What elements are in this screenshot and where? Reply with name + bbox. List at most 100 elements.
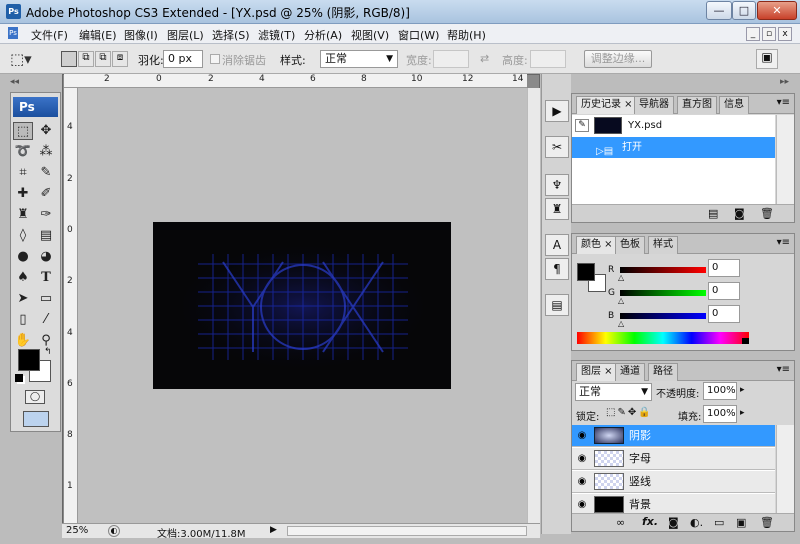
document-icon[interactable]: Ps [8, 27, 18, 39]
history-snapshot-row[interactable]: ✎ YX.psd [572, 115, 775, 136]
add-mask-icon[interactable]: ◙ [668, 516, 679, 529]
rectangular-marquee-tool-icon[interactable]: ⬚ [13, 122, 33, 140]
feather-input[interactable]: 0 px [163, 50, 203, 68]
menu-window[interactable]: 窗口(W) [398, 27, 439, 43]
tools-presets-icon[interactable]: ✂ [545, 136, 569, 158]
menu-analysis[interactable]: 分析(A) [304, 27, 342, 43]
close-button[interactable]: ✕ [757, 1, 797, 20]
document-canvas[interactable] [153, 222, 451, 389]
new-group-icon[interactable]: ▭ [714, 516, 724, 529]
layer-comps-icon[interactable]: ▤ [545, 294, 569, 316]
brushes-panel-icon[interactable]: ♆ [545, 174, 569, 196]
photoshop-app-icon[interactable]: Ps [6, 4, 21, 19]
document-minimize-button[interactable]: _ [746, 27, 760, 41]
crop-tool-icon[interactable]: ⌗ [13, 164, 33, 182]
menu-image[interactable]: 图像(I) [124, 27, 158, 43]
link-layers-icon[interactable]: ∞ [616, 516, 625, 529]
gradient-tool-icon[interactable]: ▤ [36, 227, 56, 245]
menu-file[interactable]: 文件(F) [31, 27, 68, 43]
rectangle-tool-icon[interactable]: ▭ [36, 290, 56, 308]
panel-menu-icon[interactable]: ▾≡ [777, 237, 790, 248]
brush-tool-icon[interactable]: ✐ [36, 185, 56, 203]
menu-help[interactable]: 帮助(H) [447, 27, 486, 43]
tab-paths[interactable]: 路径 [648, 363, 678, 381]
black-ramp-swatch[interactable] [742, 338, 749, 344]
menu-filter[interactable]: 滤镜(T) [258, 27, 295, 43]
tab-color[interactable]: 颜色 × [576, 236, 618, 254]
dodge-tool-icon[interactable]: ◕ [36, 248, 56, 266]
screen-mode-icon[interactable] [23, 411, 49, 427]
red-slider-handle-icon[interactable]: △ [618, 273, 624, 282]
minimize-button[interactable]: — [706, 1, 732, 20]
color-panel-foreground-swatch[interactable] [577, 263, 595, 281]
tab-history[interactable]: 历史记录 × [576, 96, 638, 114]
layer-style-icon[interactable]: fx. [642, 515, 658, 528]
healing-brush-tool-icon[interactable]: ✚ [13, 185, 33, 203]
opacity-input[interactable]: 100% [703, 382, 737, 400]
width-input[interactable] [433, 50, 469, 68]
hand-tool-icon[interactable]: ✋ [13, 332, 33, 350]
clone-stamp-tool-icon[interactable]: ♜ [13, 206, 33, 224]
tab-info[interactable]: 信息 [719, 96, 749, 114]
notes-tool-icon[interactable]: ▯ [13, 311, 33, 329]
character-panel-icon[interactable]: A [545, 234, 569, 256]
expand-panels-icon[interactable]: ▸▸ [780, 77, 789, 87]
magic-wand-tool-icon[interactable]: ⁂ [36, 143, 56, 161]
layer-row-letters[interactable]: ◉ 字母 [572, 448, 775, 470]
document-close-button[interactable]: x [778, 27, 792, 41]
path-selection-tool-icon[interactable]: ➤ [13, 290, 33, 308]
new-snapshot-icon[interactable]: ◙ [734, 207, 745, 220]
actions-panel-icon[interactable]: ▶ [545, 100, 569, 122]
color-spectrum-ramp[interactable] [577, 332, 749, 344]
swap-dimensions-icon[interactable]: ⇄ [480, 52, 489, 65]
menu-layer[interactable]: 图层(L) [167, 27, 204, 43]
blue-slider[interactable] [620, 313, 706, 319]
type-tool-icon[interactable]: T [36, 269, 56, 287]
new-layer-icon[interactable]: ▣ [736, 516, 746, 529]
eyedropper-tool-icon[interactable]: ⁄ [36, 311, 56, 329]
style-select[interactable]: 正常 ▼ [320, 50, 398, 68]
eraser-tool-icon[interactable]: ◊ [13, 227, 33, 245]
bridge-icon[interactable]: ▣ [756, 49, 778, 69]
history-step-row[interactable]: ▷▤ 打开 [572, 137, 775, 158]
green-slider-handle-icon[interactable]: △ [618, 296, 624, 305]
add-to-selection-icon[interactable]: ⧉ [78, 51, 94, 67]
move-tool-icon[interactable]: ✥ [36, 122, 56, 140]
visibility-eye-icon[interactable]: ◉ [574, 425, 590, 447]
collapse-toolbox-icon[interactable]: ◂◂ [10, 77, 19, 87]
delete-state-icon[interactable]: 🗑 [760, 207, 774, 220]
subtract-from-selection-icon[interactable]: ⧉ [95, 51, 111, 67]
blend-mode-select[interactable]: 正常 ▼ [575, 383, 652, 401]
visibility-eye-icon[interactable]: ◉ [574, 471, 590, 493]
history-brush-tool-icon[interactable]: ✑ [36, 206, 56, 224]
height-input[interactable] [530, 50, 566, 68]
swap-colors-icon[interactable]: ↰ [44, 347, 52, 357]
lock-options-icons[interactable]: ⬚✎✥🔒 [606, 407, 653, 418]
blue-value-input[interactable]: 0 [708, 305, 740, 323]
visibility-eye-icon[interactable]: ◉ [574, 448, 590, 470]
paragraph-panel-icon[interactable]: ¶ [545, 258, 569, 280]
green-value-input[interactable]: 0 [708, 282, 740, 300]
layer-row-shadow[interactable]: ◉ 阴影 [572, 425, 775, 447]
tab-swatches[interactable]: 色板 [615, 236, 645, 254]
horizontal-scrollbar[interactable] [287, 526, 527, 536]
menu-view[interactable]: 视图(V) [351, 27, 389, 43]
new-selection-mode-icon[interactable] [61, 51, 77, 67]
clone-source-icon[interactable]: ♜ [545, 198, 569, 220]
lasso-tool-icon[interactable]: ➰ [13, 143, 33, 161]
menu-select[interactable]: 选择(S) [212, 27, 250, 43]
refine-edge-button[interactable]: 调整边缘... [584, 50, 652, 68]
layers-scrollbar[interactable] [776, 425, 794, 515]
tab-navigator[interactable]: 导航器 [634, 96, 674, 114]
tab-channels[interactable]: 通道 [615, 363, 645, 381]
red-slider[interactable] [620, 267, 706, 273]
tab-layers[interactable]: 图层 × [576, 363, 618, 381]
red-value-input[interactable]: 0 [708, 259, 740, 277]
rectangular-marquee-preset-icon[interactable]: ⬚▾ [10, 50, 32, 68]
blur-tool-icon[interactable]: ● [13, 248, 33, 266]
new-document-from-state-icon[interactable]: ▤ [708, 207, 718, 220]
foreground-color-swatch[interactable] [18, 349, 40, 371]
panel-menu-icon[interactable]: ▾≡ [777, 97, 790, 108]
slice-tool-icon[interactable]: ✎ [36, 164, 56, 182]
fill-slider-arrow-icon[interactable]: ▸ [740, 408, 745, 418]
